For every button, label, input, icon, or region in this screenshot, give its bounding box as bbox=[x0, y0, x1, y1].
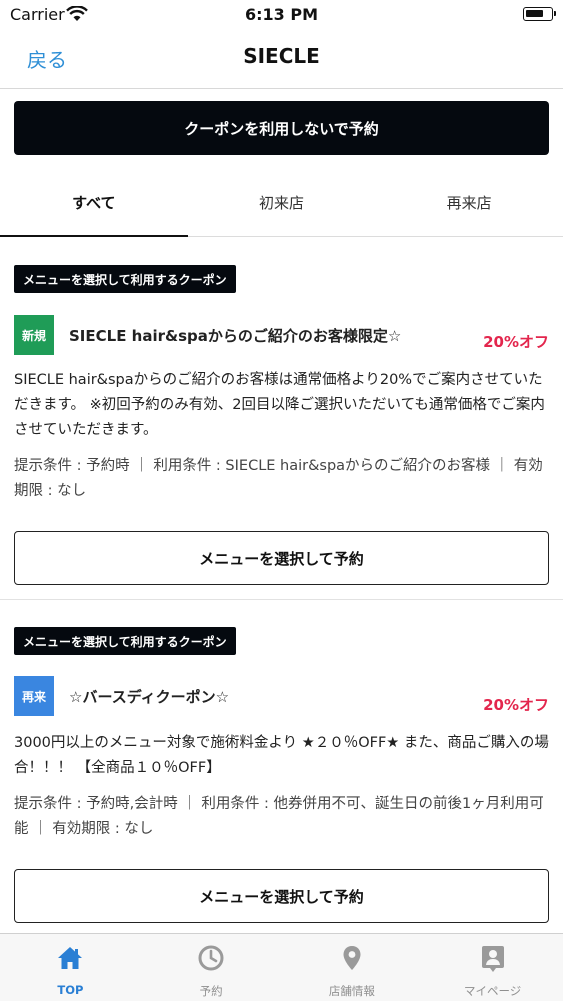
tab-first-visit[interactable]: 初来店 bbox=[188, 168, 376, 236]
tab-repeat-visit[interactable]: 再来店 bbox=[375, 168, 563, 236]
bottom-tab-bar: TOP 予約 店舗情報 マイページ bbox=[0, 933, 563, 1001]
tab-bar-label: マイページ bbox=[463, 984, 522, 998]
reserve-without-coupon-button[interactable]: クーポンを利用しないで予約 bbox=[14, 101, 549, 155]
tab-bar-label: 予約 bbox=[199, 984, 223, 998]
page-title: SIECLE bbox=[243, 44, 320, 68]
coupon-card: メニューを選択して利用するクーポン 再来 ☆バースディクーポン☆ 20%オフ 3… bbox=[0, 600, 563, 933]
coupon-description: 3000円以上のメニュー対象で施術料金より ★２０％OFF★ また、商品ご購入の… bbox=[14, 735, 549, 776]
coupon-title: ☆バースディクーポン☆ bbox=[69, 688, 230, 706]
new-customer-badge: 新規 bbox=[14, 315, 54, 355]
select-menu-reserve-button[interactable]: メニューを選択して予約 bbox=[14, 869, 549, 923]
tab-bar-top[interactable]: TOP bbox=[0, 934, 141, 1001]
home-icon bbox=[58, 947, 83, 969]
repeat-customer-badge: 再来 bbox=[14, 676, 54, 716]
coupon-type-tag: メニューを選択して利用するクーポン bbox=[14, 265, 236, 293]
coupon-card: メニューを選択して利用するクーポン 新規 SIECLE hair&spaからのご… bbox=[0, 237, 563, 600]
coupon-title: SIECLE hair&spaからのご紹介のお客様限定☆ bbox=[69, 327, 402, 345]
tab-bar-mypage[interactable]: マイページ bbox=[422, 934, 563, 1001]
tab-bar-store-info[interactable]: 店舗情報 bbox=[282, 934, 423, 1001]
navigation-bar: 戻る SIECLE bbox=[0, 30, 563, 89]
coupon-description: SIECLE hair&spaからのご紹介のお客様は通常価格より20%でご案内さ… bbox=[14, 372, 545, 438]
tab-bar-reserve[interactable]: 予約 bbox=[141, 934, 282, 1001]
coupon-conditions: 提示条件 : 予約時,会計時 ｜ 利用条件 : 他券併用不可、誕生日の前後1ヶ月… bbox=[14, 796, 544, 837]
tab-bar-label: 店舗情報 bbox=[328, 984, 375, 998]
clock-icon bbox=[198, 945, 224, 971]
status-bar: Carrier 6:13 PM bbox=[0, 0, 563, 30]
tab-all[interactable]: すべて bbox=[0, 168, 188, 237]
profile-card-icon bbox=[481, 946, 504, 972]
tab-bar-label: TOP bbox=[57, 983, 84, 997]
discount-label: 20%オフ bbox=[483, 696, 549, 714]
discount-label: 20%オフ bbox=[483, 333, 549, 351]
battery-icon bbox=[523, 7, 556, 21]
coupon-type-tag: メニューを選択して利用するクーポン bbox=[14, 627, 236, 655]
coupon-conditions: 提示条件 : 予約時 ｜ 利用条件 : SIECLE hair&spaからのご紹… bbox=[14, 458, 543, 499]
coupon-filter-tabs: すべて 初来店 再来店 bbox=[0, 168, 563, 237]
location-pin-icon bbox=[343, 946, 361, 970]
status-time: 6:13 PM bbox=[244, 5, 318, 24]
back-button[interactable]: 戻る bbox=[27, 44, 67, 73]
select-menu-reserve-button[interactable]: メニューを選択して予約 bbox=[14, 531, 549, 585]
